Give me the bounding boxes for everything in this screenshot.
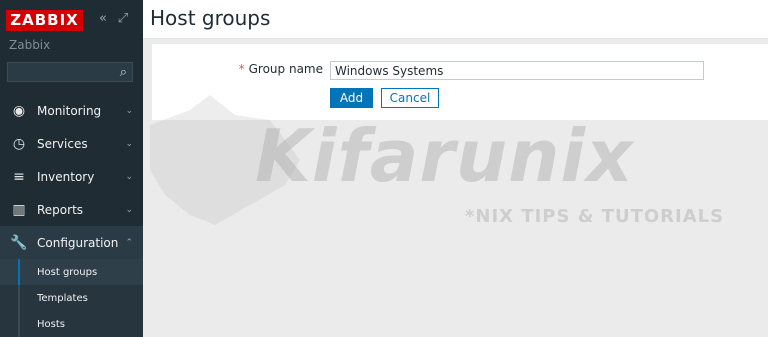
chevron-down-icon: ⌄ — [125, 138, 133, 149]
menu-item-label: Services — [37, 136, 88, 151]
search-icon[interactable]: ⌕ — [120, 65, 127, 80]
search-input[interactable]: ⌕ — [7, 62, 133, 82]
cancel-button[interactable]: Cancel — [381, 88, 439, 108]
menu-item-inventory[interactable]: ≡ Inventory ⌄ — [0, 160, 143, 193]
menu-item-label: Configuration — [37, 235, 119, 250]
submenu-item-label: Templates — [37, 292, 88, 304]
double-chevron-left-icon[interactable]: « — [96, 12, 110, 26]
page-title: Host groups — [150, 6, 271, 30]
main-menu: ◉ Monitoring ⌄ ◷ Services ⌄ ≡ Inventory … — [0, 94, 143, 337]
menu-item-label: Inventory — [37, 169, 95, 184]
sidebar: ZABBIX « ⤢ Zabbix ⌕ ◉ Monitoring ⌄ ◷ Ser… — [0, 0, 143, 337]
watermark-tagline: *NIX TIPS & TUTORIALS — [465, 206, 725, 227]
group-name-label: * Group name — [239, 62, 323, 76]
watermark-text: Kifarunix — [255, 114, 634, 198]
host-group-form: *Group name Add Cancel — [152, 44, 768, 120]
menu-item-reports[interactable]: ▥ Reports ⌄ — [0, 193, 143, 226]
bar-chart-icon: ▥ — [12, 201, 26, 218]
zabbix-logo[interactable]: ZABBIX — [6, 10, 83, 31]
menu-item-services[interactable]: ◷ Services ⌄ — [0, 127, 143, 160]
eye-icon: ◉ — [12, 102, 26, 119]
submenu-item-host-groups[interactable]: Host groups — [0, 259, 143, 285]
menu-item-label: Reports — [37, 202, 84, 217]
add-button[interactable]: Add — [330, 88, 373, 108]
page-header: Host groups — [143, 0, 768, 39]
submenu-item-label: Host groups — [37, 266, 98, 278]
server-name: Zabbix — [9, 38, 51, 52]
group-name-label-text: Group name — [248, 62, 323, 76]
submenu-item-label: Hosts — [37, 318, 65, 330]
wrench-icon: 🔧 — [10, 234, 28, 251]
expand-icon[interactable]: ⤢ — [116, 12, 130, 26]
chevron-down-icon: ⌄ — [125, 204, 133, 215]
clock-icon: ◷ — [12, 135, 26, 152]
chevron-down-icon: ⌄ — [125, 171, 133, 182]
menu-item-configuration[interactable]: 🔧 Configuration ⌃ — [0, 226, 143, 259]
menu-item-label: Monitoring — [37, 103, 102, 118]
group-name-input[interactable] — [330, 61, 704, 80]
configuration-submenu: Host groups Templates Hosts — [0, 259, 143, 337]
required-mark: * — [238, 62, 245, 76]
submenu-item-hosts[interactable]: Hosts — [0, 311, 143, 337]
chevron-up-icon: ⌃ — [125, 237, 133, 248]
submenu-item-templates[interactable]: Templates — [0, 285, 143, 311]
chevron-down-icon: ⌄ — [125, 105, 133, 116]
list-icon: ≡ — [13, 168, 25, 185]
menu-item-monitoring[interactable]: ◉ Monitoring ⌄ — [0, 94, 143, 127]
